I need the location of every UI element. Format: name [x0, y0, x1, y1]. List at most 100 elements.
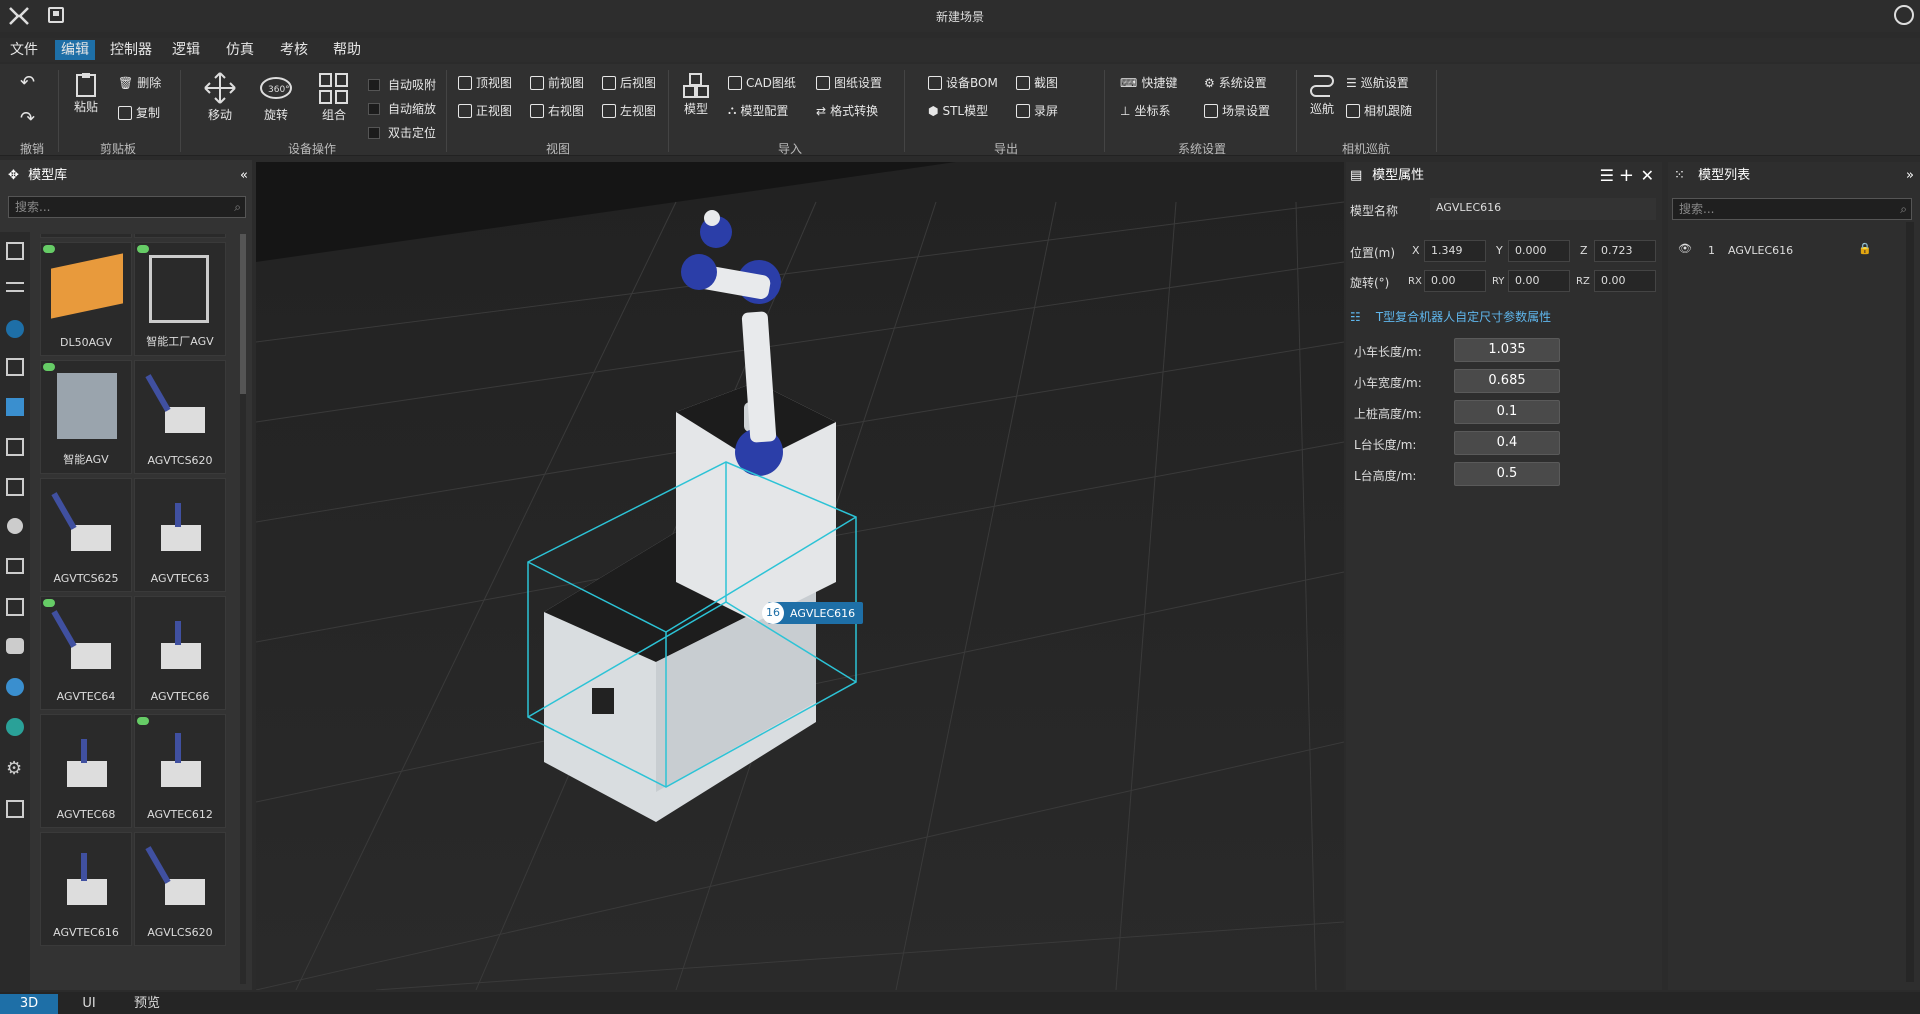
- category-robot-icon[interactable]: [6, 398, 24, 416]
- record-screen-button[interactable]: 录屏: [1016, 102, 1058, 119]
- device-bom-button[interactable]: 设备BOM: [928, 74, 998, 91]
- cruise-settings-button[interactable]: ☰ 巡航设置: [1346, 74, 1409, 91]
- menu-edit[interactable]: 编辑: [55, 40, 95, 60]
- category-config-icon[interactable]: [6, 800, 24, 818]
- search-icon[interactable]: ⌕: [1900, 199, 1907, 219]
- position-y-field[interactable]: 0.000: [1508, 240, 1570, 262]
- category-forklift-icon[interactable]: [6, 358, 24, 376]
- scene-settings-button[interactable]: 场景设置: [1204, 102, 1270, 119]
- category-arm-icon[interactable]: [6, 478, 24, 496]
- tab-ui[interactable]: UI: [72, 994, 106, 1014]
- left-view-button[interactable]: 左视图: [602, 102, 656, 119]
- model-card-agvlcs620[interactable]: AGVLCS620: [134, 832, 226, 946]
- user-icon[interactable]: [1894, 5, 1914, 25]
- model-card-agvtcs625[interactable]: AGVTCS625: [40, 478, 132, 592]
- model-card-agvtec63[interactable]: AGVTEC63: [134, 478, 226, 592]
- section-header[interactable]: ☷ T型复合机器人自定尺寸参数属性: [1350, 308, 1658, 330]
- category-person-icon[interactable]: [7, 518, 23, 534]
- system-settings-button[interactable]: ⚙ 系统设置: [1204, 74, 1267, 91]
- collapse-right-icon[interactable]: »: [1906, 164, 1914, 188]
- model-card-smart-agv[interactable]: 智能AGV: [40, 360, 132, 474]
- param-value-field[interactable]: 0.685: [1454, 369, 1560, 393]
- menu-controller[interactable]: 控制器: [104, 40, 158, 60]
- position-z-field[interactable]: 0.723: [1594, 240, 1656, 262]
- dblclick-locate-checkbox[interactable]: 双击定位: [368, 124, 436, 141]
- category-shelf-icon[interactable]: [6, 438, 24, 456]
- rotate-button[interactable]: 360° 旋转: [256, 70, 296, 123]
- cruise-button[interactable]: 巡航: [1306, 72, 1338, 117]
- lock-icon[interactable]: 🔒: [1858, 242, 1872, 255]
- format-convert-button[interactable]: ⇄ 格式转换: [816, 102, 878, 119]
- delete-button[interactable]: 🗑 删除: [118, 74, 161, 91]
- menu-help[interactable]: 帮助: [327, 40, 367, 60]
- menu-assessment[interactable]: 考核: [274, 40, 314, 60]
- category-home-icon[interactable]: [6, 242, 24, 260]
- library-search-input[interactable]: 搜索... ⌕: [8, 196, 246, 218]
- close-icon[interactable]: ✕: [1641, 164, 1654, 188]
- category-sensor-icon[interactable]: [6, 718, 24, 736]
- coord-system-button[interactable]: ⊥ 坐标系: [1120, 102, 1170, 119]
- model-card-dl50agv[interactable]: DL50AGV: [40, 242, 132, 356]
- category-printer-icon[interactable]: [6, 558, 24, 574]
- drawing-settings-button[interactable]: 图纸设置: [816, 74, 882, 91]
- screenshot-button[interactable]: 截图: [1016, 74, 1058, 91]
- auto-scale-checkbox[interactable]: 自动缩放: [368, 100, 436, 117]
- back-view-button[interactable]: 后视图: [602, 74, 656, 91]
- camera-follow-button[interactable]: 相机跟随: [1346, 102, 1412, 119]
- category-settings-icon[interactable]: ⚙: [6, 760, 24, 778]
- menu-simulation[interactable]: 仿真: [220, 40, 260, 60]
- tab-preview[interactable]: 预览: [124, 994, 170, 1014]
- search-icon[interactable]: ⌕: [234, 197, 241, 217]
- category-conveyor-icon[interactable]: [6, 282, 24, 292]
- model-card-agvtec612[interactable]: AGVTEC612: [134, 714, 226, 828]
- param-value-field[interactable]: 0.5: [1454, 462, 1560, 486]
- category-energy-icon[interactable]: [6, 678, 24, 696]
- library-scrollbar[interactable]: [240, 234, 246, 984]
- menu-logic[interactable]: 逻辑: [166, 40, 206, 60]
- undo-icon[interactable]: ↶: [20, 72, 35, 93]
- category-bot-icon[interactable]: [6, 638, 24, 654]
- eye-icon[interactable]: 👁: [1678, 242, 1692, 255]
- shortcut-button[interactable]: ⌨ 快捷键: [1120, 74, 1177, 91]
- model-card-smart-factory-agv[interactable]: 智能工厂AGV: [134, 242, 226, 356]
- collapse-left-icon[interactable]: «: [240, 164, 248, 188]
- param-value-field[interactable]: 0.1: [1454, 400, 1560, 424]
- model-card-agvtec64[interactable]: AGVTEC64: [40, 596, 132, 710]
- cad-drawing-button[interactable]: CAD图纸: [728, 74, 796, 91]
- redo-icon[interactable]: ↷: [20, 108, 35, 129]
- menu-file[interactable]: 文件: [4, 40, 44, 60]
- auto-snap-checkbox[interactable]: 自动吸附: [368, 76, 436, 93]
- param-value-field[interactable]: 0.4: [1454, 431, 1560, 455]
- rotation-rz-field[interactable]: 0.00: [1594, 270, 1656, 292]
- model-list-search-input[interactable]: 搜索... ⌕: [1672, 198, 1912, 220]
- model-tag[interactable]: 16 AGVLEC616: [762, 602, 864, 624]
- model-card[interactable]: [40, 234, 132, 238]
- param-value-field[interactable]: 1.035: [1454, 338, 1560, 362]
- main-view-button[interactable]: 正视图: [458, 102, 512, 119]
- list-item[interactable]: 👁 1 AGVLEC616 🔒: [1672, 240, 1912, 262]
- add-icon[interactable]: +: [1619, 164, 1634, 188]
- menu-icon[interactable]: ☰: [1600, 164, 1614, 188]
- combine-button[interactable]: 组合: [314, 70, 354, 123]
- model-card-agvtec66[interactable]: AGVTEC66: [134, 596, 226, 710]
- top-view-button[interactable]: 顶视图: [458, 74, 512, 91]
- 3d-viewport[interactable]: 16 AGVLEC616: [256, 162, 1344, 990]
- import-model-button[interactable]: 模型: [680, 72, 712, 117]
- right-view-button[interactable]: 右视图: [530, 102, 584, 119]
- category-box-icon[interactable]: [6, 598, 24, 616]
- model-name-field[interactable]: AGVLEC616: [1430, 198, 1656, 220]
- move-button[interactable]: 移动: [200, 70, 240, 123]
- stl-model-button[interactable]: ⬢ STL模型: [928, 102, 988, 119]
- list-scrollbar[interactable]: [1906, 222, 1914, 982]
- paste-button[interactable]: 粘贴: [70, 72, 102, 115]
- copy-button[interactable]: 复制: [118, 104, 160, 121]
- tab-3d[interactable]: 3D: [0, 994, 58, 1014]
- model-card-agvtcs620[interactable]: AGVTCS620: [134, 360, 226, 474]
- rotation-rx-field[interactable]: 0.00: [1424, 270, 1486, 292]
- model-config-button[interactable]: ⛬ 模型配置: [728, 102, 788, 119]
- category-agv-icon[interactable]: [6, 320, 24, 338]
- model-card-agvtec616[interactable]: AGVTEC616: [40, 832, 132, 946]
- model-card-agvtec68[interactable]: AGVTEC68: [40, 714, 132, 828]
- model-card[interactable]: [134, 234, 226, 238]
- position-x-field[interactable]: 1.349: [1424, 240, 1486, 262]
